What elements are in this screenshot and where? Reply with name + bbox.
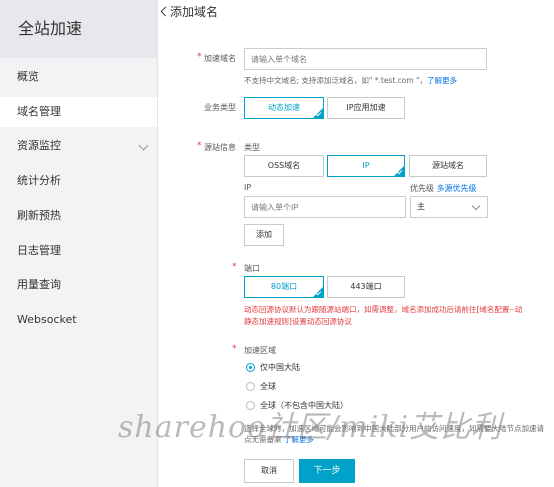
region-hint: 选择全球时，加速区域可能会影响到中国大陆部分用户的访问速度，如需要大陆节点加速请… <box>244 423 554 445</box>
port-80-button[interactable]: 80端口 <box>244 276 324 298</box>
biz-type-label: 业务类型 <box>204 103 236 112</box>
port-warning-line1: 动态回源协议默认为跟随源站端口，如需调整，域名添加成功后请前往[域名配置--动 <box>244 305 523 314</box>
check-icon <box>315 289 322 296</box>
main-content: 添加域名 * 加速域名 不支持中文域名; 支持添加泛域名，如" *.test.c… <box>157 0 554 487</box>
sidebar-item-label: 资源监控 <box>17 139 61 152</box>
page-title: 添加域名 <box>170 5 219 19</box>
sidebar-item-resource-monitor[interactable]: 资源监控 <box>0 131 157 161</box>
sidebar-item-usage-query[interactable]: 用量查询 <box>0 270 157 300</box>
origin-ip-label: IP <box>244 183 252 192</box>
origin-type-domain-button[interactable]: 源站域名 <box>409 155 487 177</box>
region-label: 加速区域 <box>244 346 276 355</box>
sidebar-item-refresh-preload[interactable]: 刷新预热 <box>0 201 157 231</box>
region-global-label: 全球 <box>260 382 276 391</box>
origin-type-ip-button[interactable]: IP <box>327 155 405 177</box>
port-443-button[interactable]: 443端口 <box>327 276 405 298</box>
required-mark: * <box>197 52 202 62</box>
domain-hint: 不支持中文域名; 支持添加泛域名，如" *.test.com "，了解更多 <box>244 75 457 86</box>
region-hint-line2-wrap: 点无需备案 了解更多 <box>244 434 554 445</box>
check-icon <box>315 110 322 117</box>
sidebar-item-domain-management[interactable]: 域名管理 <box>0 97 157 127</box>
sidebar-item-log-management[interactable]: 日志管理 <box>0 236 157 266</box>
domain-label: 加速域名 <box>204 54 236 63</box>
sidebar-title: 全站加速 <box>0 0 157 58</box>
required-mark: * <box>232 344 237 354</box>
sidebar: 全站加速 概览 域名管理 资源监控 统计分析 刷新预热 日志管理 用量查询 We… <box>0 0 158 487</box>
origin-label: 源站信息 <box>204 143 236 152</box>
check-icon <box>396 168 403 175</box>
priority-value: 主 <box>417 202 425 211</box>
region-learn-more-link[interactable]: 了解更多 <box>284 435 314 444</box>
region-hint-line2: 点无需备案 <box>244 435 282 444</box>
biz-type-dynamic-label: 动态加速 <box>268 103 300 112</box>
biz-type-dynamic-button[interactable]: 动态加速 <box>244 97 324 119</box>
priority-label: 优先级 多源优先级 <box>410 183 477 194</box>
chevron-down-icon <box>471 201 481 211</box>
cancel-button[interactable]: 取消 <box>244 459 294 483</box>
sidebar-item-websocket[interactable]: Websocket <box>0 305 157 335</box>
sidebar-item-statistics[interactable]: 统计分析 <box>0 166 157 196</box>
region-china-radio[interactable] <box>246 363 255 372</box>
priority-label-text: 优先级 <box>410 184 434 193</box>
origin-type-ip-label: IP <box>362 161 370 170</box>
chevron-down-icon <box>138 140 149 151</box>
port-label: 端口 <box>244 264 260 273</box>
port-warning: 动态回源协议默认为跟随源站端口，如需调整，域名添加成功后请前往[域名配置--动 … <box>244 304 522 328</box>
add-origin-button[interactable]: 添加 <box>244 224 284 246</box>
region-global-radio[interactable] <box>246 382 255 391</box>
port-80-label: 80端口 <box>270 282 298 291</box>
region-china-label: 仅中国大陆 <box>260 363 300 372</box>
domain-hint-text: 不支持中文域名; 支持添加泛域名，如" *.test.com "， <box>244 76 428 85</box>
origin-ip-input[interactable] <box>244 196 406 218</box>
biz-type-ip-button[interactable]: IP应用加速 <box>327 97 405 119</box>
required-mark: * <box>232 262 237 272</box>
priority-link[interactable]: 多源优先级 <box>437 184 477 193</box>
origin-type-label: 类型 <box>244 143 260 152</box>
region-hint-line1: 选择全球时，加速区域可能会影响到中国大陆部分用户的访问速度，如需要大陆节点加速请 <box>244 424 544 433</box>
domain-learn-more-link[interactable]: 了解更多 <box>427 76 457 85</box>
required-mark: * <box>197 141 202 151</box>
domain-input[interactable] <box>244 48 487 70</box>
priority-select[interactable]: 主 <box>410 196 488 218</box>
port-warning-line2: 静态加速规则]设置动态回源协议 <box>244 317 352 326</box>
origin-type-oss-button[interactable]: OSS域名 <box>244 155 324 177</box>
next-step-button[interactable]: 下一步 <box>299 459 355 483</box>
sidebar-item-overview[interactable]: 概览 <box>0 62 157 92</box>
region-global-excl-label: 全球（不包含中国大陆） <box>260 401 348 410</box>
back-chevron-icon[interactable] <box>160 6 171 17</box>
region-global-excl-radio[interactable] <box>246 401 255 410</box>
